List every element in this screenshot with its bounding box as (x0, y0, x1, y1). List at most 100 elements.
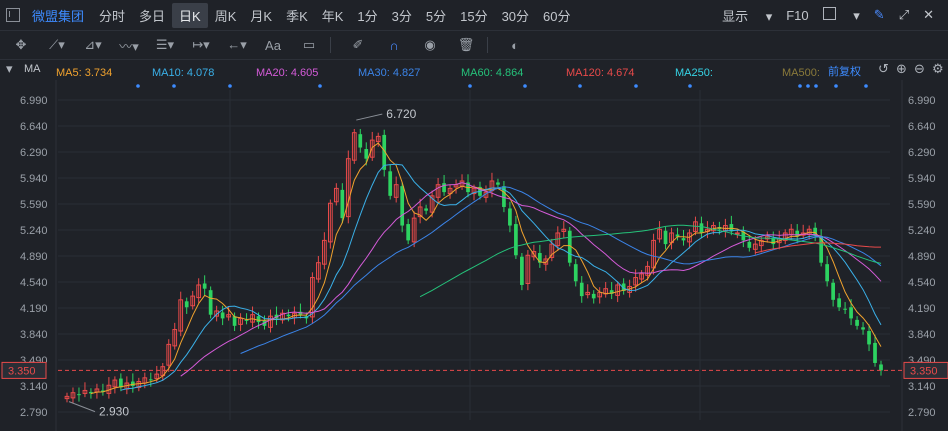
candle-body (232, 316, 237, 326)
range-icon[interactable]: ↦▾ (190, 37, 212, 53)
ma-value: MA500: (782, 67, 820, 79)
ray-icon[interactable]: ⊿▾ (82, 37, 104, 53)
y-tick-label-left: 3.840 (20, 329, 48, 341)
event-marker[interactable] (523, 84, 527, 88)
y-tick-label-left: 6.990 (20, 95, 48, 107)
indicator-name[interactable]: MA (24, 63, 41, 75)
candle-body (364, 149, 369, 159)
annotation-label: 6.720 (386, 107, 416, 121)
y-tick-label-right: 3.140 (908, 381, 936, 393)
candle-body (208, 290, 213, 315)
display-menu[interactable]: 显示 ▾ (722, 6, 772, 25)
candle-body (573, 264, 578, 282)
candle-body (825, 264, 829, 282)
candle-body (202, 283, 207, 289)
candle-body (358, 134, 363, 148)
tab-period[interactable]: 季K (279, 3, 315, 28)
ma-line (90, 142, 882, 395)
adjust-mode[interactable]: 前复权 (828, 63, 861, 79)
candle-body (286, 314, 291, 317)
ma-line (120, 163, 882, 391)
period-tabs: 分时 多日 日K 周K 月K 季K 年K 1分 3分 5分 15分 30分 60分 (92, 2, 578, 28)
candle-body (520, 256, 524, 285)
candle-body (388, 171, 393, 196)
tab-period[interactable]: 多日 (132, 3, 172, 28)
y-tick-label-right: 5.590 (908, 199, 936, 211)
candle-body (256, 316, 261, 323)
tab-period[interactable]: 年K (315, 3, 351, 28)
event-marker[interactable] (834, 84, 838, 88)
text-icon[interactable]: Aa (262, 38, 284, 53)
wave-icon[interactable]: 〰▾ (118, 36, 140, 55)
sidebar-toggle-icon[interactable] (6, 8, 20, 22)
tab-period[interactable]: 分时 (92, 3, 132, 28)
drawing-toolbar: ✥ ⟋▾ ⊿▾ 〰▾ ☰▾ ↦▾ ←▾ Aa ▭ ✐ ∩ ◉ 🗑 ◐ (0, 30, 948, 60)
arrow-icon[interactable]: ←▾ (226, 37, 248, 53)
line-icon[interactable]: ⟋▾ (46, 37, 68, 53)
tab-period[interactable]: 月K (243, 3, 279, 28)
candle-body (184, 301, 189, 308)
candle-body (148, 379, 153, 381)
y-tick-label-right: 4.890 (908, 251, 936, 263)
tab-period[interactable]: 30分 (495, 3, 536, 28)
y-tick-label-right: 4.540 (908, 277, 936, 289)
event-marker[interactable] (172, 84, 176, 88)
reset-icon[interactable]: ↺ (878, 61, 889, 77)
kline-chart[interactable]: 2.790 2.7903.140 3.1403.490 3.4903.840 3.840… (0, 80, 948, 431)
event-marker[interactable] (318, 84, 322, 88)
remove-icon[interactable]: ⊖ (914, 61, 925, 77)
event-marker[interactable] (578, 84, 582, 88)
current-price-label: 3.350 (8, 365, 36, 377)
candle-body (400, 186, 405, 226)
note-icon[interactable]: ▭ (298, 37, 320, 53)
trash-icon[interactable]: 🗑 (455, 37, 477, 53)
event-marker[interactable] (228, 84, 232, 88)
y-tick-label-right: 6.290 (908, 147, 936, 159)
event-marker[interactable] (798, 84, 802, 88)
candle-body (579, 282, 584, 297)
stock-name[interactable]: 微盟集团 (32, 6, 84, 25)
tab-period[interactable]: 15分 (453, 3, 494, 28)
fib-icon[interactable]: ☰▾ (154, 37, 176, 53)
candle-body (879, 364, 883, 371)
candle-body (849, 307, 853, 319)
event-marker[interactable] (136, 84, 140, 88)
settings-icon[interactable]: ⚙ (932, 61, 944, 77)
y-tick-label-left: 5.590 (20, 199, 48, 211)
tab-period[interactable]: 5分 (419, 3, 453, 28)
eye-icon[interactable]: ◉ (419, 37, 441, 53)
ma-value: MA60: 4.864 (461, 67, 524, 79)
ma-value: MA250: (675, 67, 713, 79)
event-marker[interactable] (468, 84, 472, 88)
magnet-icon[interactable]: ∩ (383, 38, 405, 53)
ma-value: MA30: 4.827 (358, 67, 421, 79)
square-icon[interactable]: ▾ (822, 6, 860, 24)
close-icon[interactable]: ✕ (923, 7, 934, 23)
y-tick-label-left: 6.640 (20, 121, 48, 133)
tab-period[interactable]: 3分 (385, 3, 419, 28)
event-marker[interactable] (864, 84, 868, 88)
candle-body (508, 208, 512, 226)
y-tick-label-right: 3.840 (908, 329, 936, 341)
tab-period[interactable]: 日K (172, 2, 208, 28)
event-marker[interactable] (634, 84, 638, 88)
toggle-icon[interactable]: ◐ (504, 38, 526, 53)
candle-body (735, 232, 740, 235)
event-marker[interactable] (806, 84, 810, 88)
add-icon[interactable]: ⊕ (896, 61, 907, 77)
event-marker[interactable] (814, 84, 818, 88)
tab-period[interactable]: 周K (208, 3, 244, 28)
y-tick-label-left: 4.190 (20, 303, 48, 315)
tab-period[interactable]: 60分 (536, 3, 577, 28)
candle-body (591, 293, 596, 299)
tab-period[interactable]: 1分 (350, 3, 384, 28)
event-marker[interactable] (688, 84, 692, 88)
fullscreen-icon[interactable]: ⤢ (899, 7, 909, 23)
pen-icon[interactable]: ✎ (874, 7, 885, 23)
candle-body (406, 224, 411, 241)
f10-button[interactable]: F10 (786, 8, 808, 23)
ma-value: MA10: 4.078 (152, 67, 215, 79)
collapse-icon[interactable]: ▾ (6, 61, 13, 77)
eraser-icon[interactable]: ✐ (347, 37, 369, 53)
move-icon[interactable]: ✥ (10, 37, 32, 53)
